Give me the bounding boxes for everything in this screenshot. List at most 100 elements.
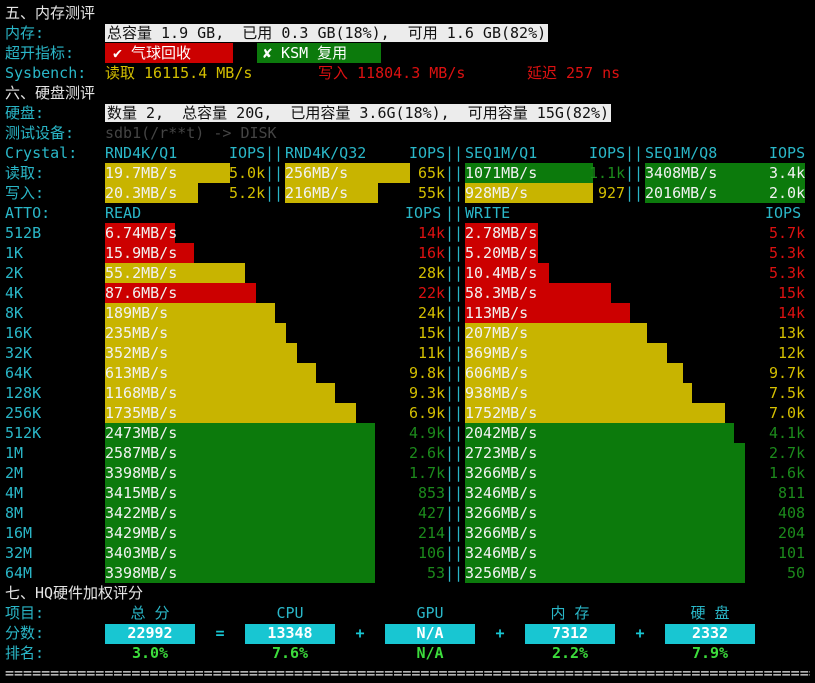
atto-write-iops: 50: [787, 564, 806, 582]
crystal-iops: 2.0k: [769, 184, 806, 202]
atto-separator: ||: [445, 544, 464, 562]
atto-read-speed: 55.2MB/s: [105, 264, 178, 282]
atto-size-label: 512B: [5, 224, 42, 242]
crystal-separator: ||: [265, 184, 284, 202]
section5-title: 五、内存测评: [5, 4, 96, 22]
crystal-iops: 3.4k: [769, 164, 806, 182]
atto-separator: ||: [445, 204, 464, 222]
atto-write-speed: 2042MB/s: [465, 424, 538, 442]
score-operator: =: [215, 624, 225, 642]
atto-read-speed: 3403MB/s: [105, 544, 178, 562]
atto-separator: ||: [445, 224, 464, 242]
atto-read-iops: 427: [418, 504, 446, 522]
atto-write-iops: 5.7k: [769, 224, 806, 242]
disk-value: 数量 2, 总容量 20G, 已用容量 3.6G(18%), 可用容量 15G(…: [105, 104, 612, 122]
atto-write-iops: 5.3k: [769, 264, 806, 282]
atto-write-iops: 13k: [778, 324, 806, 342]
atto-read-speed: 3398MB/s: [105, 464, 178, 482]
score-operator: +: [355, 624, 365, 642]
rank-value: 7.9%: [691, 644, 729, 662]
ksm-badge: ✘ KSM 复用: [257, 43, 381, 63]
atto-read-speed: 2587MB/s: [105, 444, 178, 462]
crystal-iops-header: IOPS: [769, 144, 806, 162]
atto-write-speed: 3246MB/s: [465, 484, 538, 502]
atto-read-iops: 214: [418, 524, 446, 542]
atto-size-label: 64M: [5, 564, 33, 582]
atto-separator: ||: [445, 464, 464, 482]
atto-size-label: 512K: [5, 424, 42, 442]
atto-write-speed: 10.4MB/s: [465, 264, 538, 282]
atto-separator: ||: [445, 484, 464, 502]
device-label: 测试设备:: [5, 124, 75, 142]
atto-read-speed: 1168MB/s: [105, 384, 178, 402]
atto-read-iops: 2.6k: [409, 444, 446, 462]
atto-write-speed: 3266MB/s: [465, 464, 538, 482]
atto-write-speed: 3256MB/s: [465, 564, 538, 582]
atto-read-iops: 106: [418, 544, 446, 562]
atto-write-iops: 9.7k: [769, 364, 806, 382]
atto-size-label: 4M: [5, 484, 24, 502]
atto-write-speed: 58.3MB/s: [465, 284, 538, 302]
item-label: 项目:: [5, 604, 45, 622]
crystal-separator: ||: [445, 184, 464, 202]
score-item-header: CPU: [276, 604, 304, 622]
atto-read-speed: 2473MB/s: [105, 424, 178, 442]
atto-separator: ||: [445, 504, 464, 522]
footer-rule: ========================================…: [5, 664, 810, 682]
atto-write-iops: 204: [778, 524, 806, 542]
atto-separator: ||: [445, 424, 464, 442]
sysbench-read: 读取 16115.4 MB/s: [105, 64, 253, 82]
crystal-separator: ||: [625, 144, 644, 162]
atto-read-header: READ: [105, 204, 142, 222]
crystal-iops: 1.1k: [589, 164, 626, 182]
atto-separator: ||: [445, 244, 464, 262]
atto-separator: ||: [445, 564, 464, 582]
sysbench-write: 写入 11804.3 MB/s: [318, 64, 466, 82]
crystal-col-header: RND4K/Q32: [285, 144, 367, 162]
crystal-speed: 3408MB/s: [645, 164, 718, 182]
atto-read-iops-header: IOPS: [405, 204, 442, 222]
crystal-speed: 19.7MB/s: [105, 164, 178, 182]
atto-write-iops: 7.0k: [769, 404, 806, 422]
atto-write-iops: 12k: [778, 344, 806, 362]
crystal-speed: 20.3MB/s: [105, 184, 178, 202]
atto-size-label: 8M: [5, 504, 24, 522]
atto-read-iops: 14k: [418, 224, 446, 242]
crystal-write-label: 写入:: [5, 184, 45, 202]
score-badge: 22992: [105, 624, 195, 644]
atto-write-header: WRITE: [465, 204, 511, 222]
atto-read-speed: 1735MB/s: [105, 404, 178, 422]
atto-read-speed: 15.9MB/s: [105, 244, 178, 262]
atto-write-speed: 2.78MB/s: [465, 224, 538, 242]
sysbench-label: Sysbench:: [5, 64, 87, 82]
crystal-speed: 256MB/s: [285, 164, 349, 182]
atto-separator: ||: [445, 284, 464, 302]
score-operator: +: [635, 624, 645, 642]
atto-write-speed: 606MB/s: [465, 364, 529, 382]
crystal-speed: 1071MB/s: [465, 164, 538, 182]
atto-separator: ||: [445, 384, 464, 402]
rank-value: 2.2%: [551, 644, 589, 662]
atto-separator: ||: [445, 344, 464, 362]
atto-size-label: 2M: [5, 464, 24, 482]
atto-write-speed: 3266MB/s: [465, 504, 538, 522]
crystal-iops: 65k: [418, 164, 446, 182]
rank-value: 3.0%: [131, 644, 169, 662]
crystal-iops: 927: [598, 184, 626, 202]
section7-title: 七、HQ硬件加权评分: [5, 584, 144, 602]
atto-separator: ||: [445, 524, 464, 542]
crystal-iops-header: IOPS: [409, 144, 446, 162]
section6-title: 六、硬盘测评: [5, 84, 96, 102]
atto-write-iops: 14k: [778, 304, 806, 322]
atto-separator: ||: [445, 404, 464, 422]
crystal-speed: 216MB/s: [285, 184, 349, 202]
crystal-col-header: RND4K/Q1: [105, 144, 178, 162]
atto-read-speed: 6.74MB/s: [105, 224, 178, 242]
score-operator: +: [495, 624, 505, 642]
atto-read-iops: 15k: [418, 324, 446, 342]
atto-read-speed: 3429MB/s: [105, 524, 178, 542]
atto-write-speed: 938MB/s: [465, 384, 529, 402]
crystal-iops-header: IOPS: [589, 144, 626, 162]
atto-write-speed: 5.20MB/s: [465, 244, 538, 262]
atto-read-iops: 11k: [418, 344, 446, 362]
